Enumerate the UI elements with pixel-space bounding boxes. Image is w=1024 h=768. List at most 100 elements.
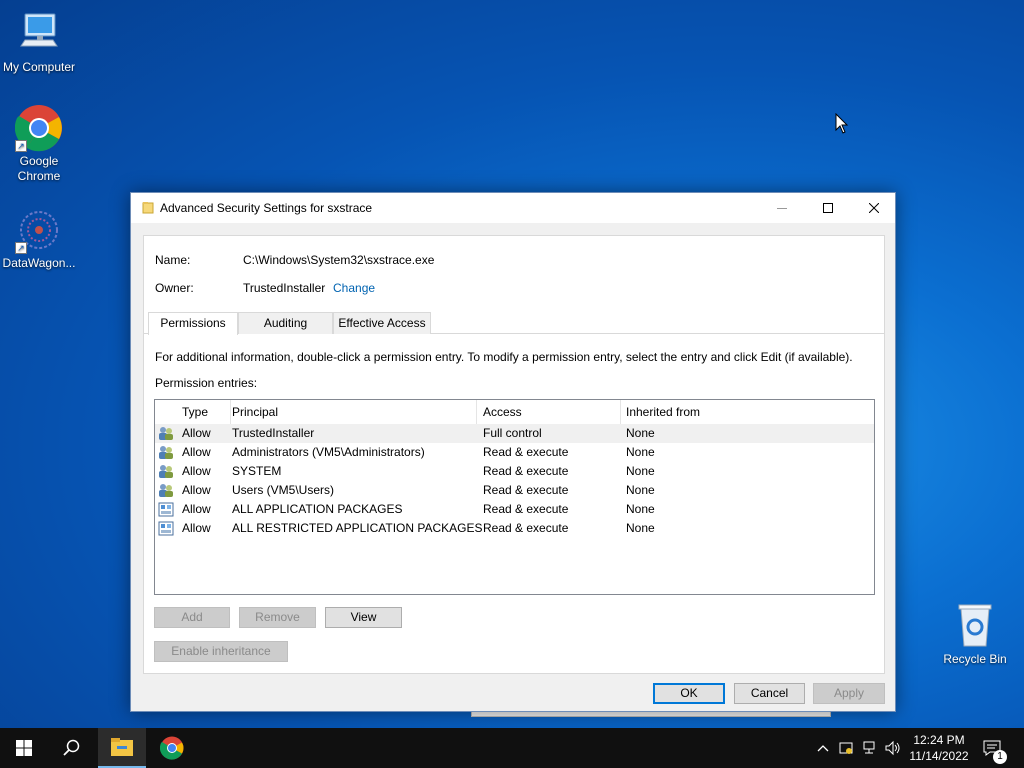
minimize-icon xyxy=(777,208,787,209)
cell-type: Allow xyxy=(182,483,211,497)
cell-type: Allow xyxy=(182,464,211,478)
desktop-icon-label: Recycle Bin xyxy=(943,652,1007,666)
cell-access: Full control xyxy=(483,426,542,440)
start-button[interactable] xyxy=(0,728,48,768)
desktop-icon-label: My Computer xyxy=(2,60,76,74)
cell-type: Allow xyxy=(182,521,211,535)
content-panel: Name: C:\Windows\System32\sxstrace.exe O… xyxy=(143,235,885,674)
add-button[interactable]: Add xyxy=(154,607,230,628)
users-icon xyxy=(159,484,173,497)
view-button[interactable]: View xyxy=(325,607,402,628)
package-icon xyxy=(158,521,174,536)
table-row[interactable]: Allow ALL APPLICATION PACKAGES Read & ex… xyxy=(155,500,874,519)
table-row[interactable]: Allow Users (VM5\Users) Read & execute N… xyxy=(155,481,874,500)
computer-icon xyxy=(15,10,63,58)
column-header-type[interactable]: Type xyxy=(177,400,231,424)
cancel-button[interactable]: Cancel xyxy=(734,683,805,704)
shortcut-arrow-icon: ↗ xyxy=(15,140,27,152)
table-row[interactable]: Allow TrustedInstaller Full control None xyxy=(155,424,874,443)
tab-permissions[interactable]: Permissions xyxy=(148,312,238,335)
title-bar[interactable]: Advanced Security Settings for sxstrace xyxy=(131,193,895,223)
chrome-icon: ↗ xyxy=(14,104,63,152)
cell-principal: ALL RESTRICTED APPLICATION PACKAGES xyxy=(232,521,483,535)
search-icon xyxy=(63,739,80,756)
owner-value: TrustedInstaller xyxy=(243,281,326,295)
cell-access: Read & execute xyxy=(483,521,569,535)
info-text: For additional information, double-click… xyxy=(155,350,853,364)
table-row[interactable]: Allow ALL RESTRICTED APPLICATION PACKAGE… xyxy=(155,519,874,538)
column-header-principal[interactable]: Principal xyxy=(227,400,477,424)
cell-type: Allow xyxy=(182,502,211,516)
change-owner-link[interactable]: Change xyxy=(333,281,375,295)
cell-inherited: None xyxy=(626,502,655,516)
permission-entries-list[interactable]: Type Principal Access Inherited from All… xyxy=(154,399,875,595)
desktop-icon-datawagon[interactable]: ↗ DataWagon... xyxy=(0,206,78,271)
owner-label: Owner: xyxy=(155,281,194,295)
users-icon xyxy=(159,446,173,459)
enable-inheritance-button[interactable]: Enable inheritance xyxy=(154,641,288,662)
list-header: Type Principal Access Inherited from xyxy=(155,400,874,424)
cell-access: Read & execute xyxy=(483,483,569,497)
cell-type: Allow xyxy=(182,445,211,459)
taskbar: 12:24 PM 11/14/2022 1 xyxy=(0,728,1024,768)
apply-button[interactable]: Apply xyxy=(813,683,885,704)
dialog-title: Advanced Security Settings for sxstrace xyxy=(160,201,373,215)
permission-entries-label: Permission entries: xyxy=(155,376,258,390)
defender-tray-button[interactable] xyxy=(837,739,855,757)
desktop-icon-google-chrome[interactable]: ↗ Google Chrome xyxy=(0,104,78,184)
cell-principal: Administrators (VM5\Administrators) xyxy=(232,445,425,459)
cell-access: Read & execute xyxy=(483,502,569,516)
network-tray-button[interactable] xyxy=(862,739,880,757)
volume-tray-button[interactable] xyxy=(884,739,902,757)
cell-access: Read & execute xyxy=(483,464,569,478)
cell-principal: Users (VM5\Users) xyxy=(232,483,335,497)
taskbar-chrome[interactable] xyxy=(148,728,196,768)
datawagon-icon: ↗ xyxy=(15,206,63,254)
folder-icon xyxy=(142,201,154,214)
maximize-button[interactable] xyxy=(805,193,851,223)
cell-inherited: None xyxy=(626,521,655,535)
taskbar-file-explorer[interactable] xyxy=(98,728,146,768)
desktop-icon-label: DataWagon... xyxy=(2,256,76,270)
cell-inherited: None xyxy=(626,483,655,497)
tab-effective-access[interactable]: Effective Access xyxy=(333,312,431,334)
cell-inherited: None xyxy=(626,445,655,459)
clock[interactable]: 12:24 PM 11/14/2022 xyxy=(902,732,976,764)
table-row[interactable]: Allow SYSTEM Read & execute None xyxy=(155,462,874,481)
desktop-icon-my-computer[interactable]: My Computer xyxy=(0,10,78,75)
shortcut-arrow-icon: ↗ xyxy=(15,242,27,254)
clock-time: 12:24 PM xyxy=(913,733,965,747)
minimize-button[interactable] xyxy=(759,193,805,223)
ok-button[interactable]: OK xyxy=(653,683,725,704)
notification-count-badge: 1 xyxy=(993,750,1007,764)
file-explorer-icon xyxy=(111,738,133,756)
tab-strip: Permissions Auditing Effective Access xyxy=(144,312,884,335)
clock-date: 11/14/2022 xyxy=(909,749,969,763)
cell-principal: ALL APPLICATION PACKAGES xyxy=(232,502,403,516)
column-header-inherited[interactable]: Inherited from xyxy=(621,400,871,424)
cell-inherited: None xyxy=(626,426,655,440)
remove-button[interactable]: Remove xyxy=(239,607,316,628)
security-icon xyxy=(839,742,853,754)
package-icon xyxy=(158,502,174,517)
name-label: Name: xyxy=(155,253,191,267)
search-button[interactable] xyxy=(48,728,96,768)
recycle-bin-icon xyxy=(951,602,999,650)
show-hidden-icons-button[interactable] xyxy=(814,739,832,757)
chrome-icon xyxy=(160,736,184,760)
desktop-icon-recycle-bin[interactable]: Recycle Bin xyxy=(936,602,1014,667)
mouse-cursor-icon xyxy=(835,112,849,138)
cell-type: Allow xyxy=(182,426,211,440)
close-button[interactable] xyxy=(851,193,897,223)
users-icon xyxy=(159,465,173,478)
column-header-access[interactable]: Access xyxy=(478,400,621,424)
maximize-icon xyxy=(823,203,833,213)
close-icon xyxy=(869,203,879,213)
name-value: C:\Windows\System32\sxstrace.exe xyxy=(243,253,435,267)
users-icon xyxy=(159,427,173,440)
cell-inherited: None xyxy=(626,464,655,478)
tab-auditing[interactable]: Auditing xyxy=(238,312,333,334)
volume-icon xyxy=(885,740,900,756)
windows-logo-icon xyxy=(16,740,32,756)
table-row[interactable]: Allow Administrators (VM5\Administrators… xyxy=(155,443,874,462)
